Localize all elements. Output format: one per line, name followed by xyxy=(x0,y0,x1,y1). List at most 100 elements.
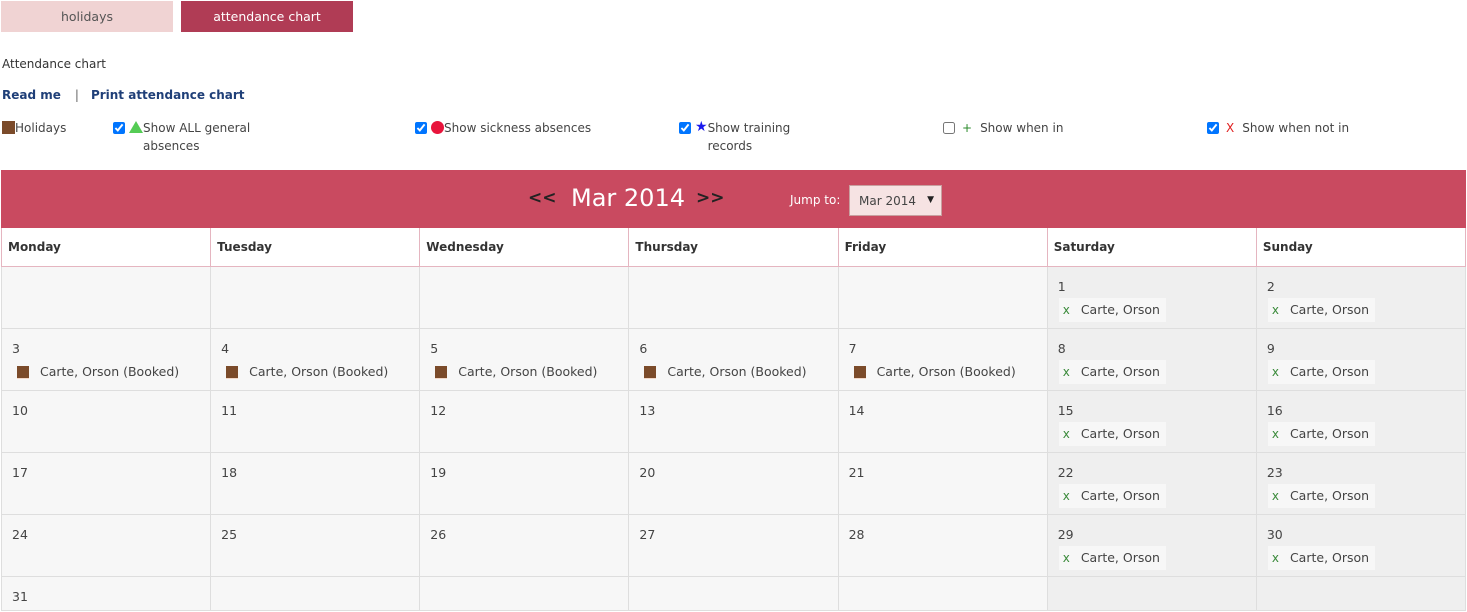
day-number: 15 xyxy=(1057,402,1074,418)
empty-day-cell[interactable] xyxy=(419,575,630,611)
day-cell[interactable]: 6 Carte, Orson (Booked) xyxy=(628,327,839,391)
empty-day-cell[interactable] xyxy=(419,265,630,329)
red-dot-icon xyxy=(431,121,444,134)
holiday-booking-entry[interactable]: Carte, Orson (Booked) xyxy=(644,360,807,384)
day-cell[interactable]: 2 x Carte, Orson xyxy=(1255,265,1467,329)
day-number: 5 xyxy=(430,340,439,356)
day-number: 16 xyxy=(1266,402,1283,418)
day-cell[interactable]: 19 xyxy=(419,451,630,515)
day-cell[interactable]: 14 xyxy=(837,389,1048,453)
not-in-entry[interactable]: x Carte, Orson xyxy=(1267,297,1376,322)
day-cell[interactable]: 22 x Carte, Orson xyxy=(1046,451,1257,515)
empty-day-cell[interactable] xyxy=(210,265,421,329)
day-number: 13 xyxy=(639,402,656,418)
day-cell[interactable]: 31 xyxy=(0,575,212,611)
day-cell[interactable]: 26 xyxy=(419,513,630,577)
legend-when-in: + Show when in xyxy=(943,119,1063,137)
day-cell[interactable]: 12 xyxy=(419,389,630,453)
not-in-entry[interactable]: x Carte, Orson xyxy=(1267,359,1376,384)
day-cell[interactable]: 15 x Carte, Orson xyxy=(1046,389,1257,453)
day-cell[interactable]: 18 xyxy=(210,451,421,515)
not-in-entry[interactable]: x Carte, Orson xyxy=(1058,483,1166,508)
holiday-booking-entry[interactable]: Carte, Orson (Booked) xyxy=(435,360,597,384)
day-cell[interactable]: 20 xyxy=(628,451,839,515)
training-records-checkbox[interactable] xyxy=(679,122,691,134)
week-row: 17 18 19 20 21 22 x Carte, Orson 23 x Carte, Orson xyxy=(0,451,1467,515)
not-in-entry[interactable]: x Carte, Orson xyxy=(1267,545,1376,570)
link-separator: | xyxy=(74,88,79,102)
day-cell[interactable]: 23 x Carte, Orson xyxy=(1255,451,1467,515)
day-cell[interactable]: 13 xyxy=(628,389,839,453)
day-number: 19 xyxy=(430,464,447,480)
day-cell[interactable]: 7 Carte, Orson (Booked) xyxy=(837,327,1048,391)
day-header-monday: Monday xyxy=(0,228,212,267)
day-cell[interactable]: 1 x Carte, Orson xyxy=(1046,265,1257,329)
empty-day-cell[interactable] xyxy=(0,265,212,329)
day-number: 26 xyxy=(430,526,447,542)
not-in-entry[interactable]: x Carte, Orson xyxy=(1058,359,1166,384)
empty-day-cell[interactable] xyxy=(210,575,421,611)
empty-day-cell[interactable] xyxy=(837,575,1048,611)
day-cell[interactable]: 3 Carte, Orson (Booked) xyxy=(0,327,212,391)
day-cell[interactable]: 25 xyxy=(210,513,421,577)
not-in-entry[interactable]: x Carte, Orson xyxy=(1058,297,1166,322)
holiday-booking-entry[interactable]: Carte, Orson (Booked) xyxy=(853,360,1016,384)
read-me-link[interactable]: Read me xyxy=(2,88,61,102)
day-number: 24 xyxy=(12,526,28,542)
entry-name: Carte, Orson xyxy=(1080,426,1160,441)
day-cell[interactable]: 4 Carte, Orson (Booked) xyxy=(210,327,421,391)
day-number: 6 xyxy=(639,340,648,356)
when-in-checkbox[interactable] xyxy=(943,122,955,134)
day-cell[interactable]: 24 xyxy=(0,513,212,577)
day-number: 20 xyxy=(639,464,656,480)
week-row: 10 11 12 13 14 15 x Carte, Orson 16 x Carte, Orson xyxy=(0,389,1467,453)
day-header-saturday: Saturday xyxy=(1046,228,1257,267)
day-cell[interactable]: 28 xyxy=(837,513,1048,577)
day-cell[interactable]: 11 xyxy=(210,389,421,453)
empty-day-cell[interactable] xyxy=(628,575,839,611)
sickness-absences-checkbox[interactable] xyxy=(415,122,427,134)
month-title: Mar 2014 xyxy=(571,184,685,212)
tab-attendance-chart[interactable]: attendance chart xyxy=(181,1,353,32)
entry-name: Carte, Orson (Booked) xyxy=(667,364,807,379)
day-cell[interactable]: 29 x Carte, Orson xyxy=(1046,513,1257,577)
day-cell[interactable]: 9 x Carte, Orson xyxy=(1255,327,1467,391)
day-cell[interactable]: 10 xyxy=(0,389,212,453)
day-header-friday: Friday xyxy=(837,228,1048,267)
print-attendance-chart-link[interactable]: Print attendance chart xyxy=(91,88,245,102)
day-cell[interactable]: 5 Carte, Orson (Booked) xyxy=(419,327,630,391)
not-in-x-icon: x xyxy=(1271,550,1279,565)
entry-name: Carte, Orson (Booked) xyxy=(876,364,1016,379)
holiday-swatch-icon xyxy=(226,365,239,378)
week-row: 31 xyxy=(0,575,1467,611)
empty-day-cell[interactable] xyxy=(837,265,1048,329)
not-in-entry[interactable]: x Carte, Orson xyxy=(1267,421,1376,446)
day-cell[interactable]: 21 xyxy=(837,451,1048,515)
holiday-swatch-icon xyxy=(2,121,15,134)
day-number: 31 xyxy=(12,588,28,604)
not-in-entry[interactable]: x Carte, Orson xyxy=(1058,545,1166,570)
day-number: 14 xyxy=(848,402,865,418)
jump-to-select[interactable]: Mar 2014 ▼ xyxy=(849,185,942,216)
previous-month-button[interactable]: << xyxy=(528,188,557,208)
not-in-entry[interactable]: x Carte, Orson xyxy=(1058,421,1166,446)
general-absences-checkbox[interactable] xyxy=(113,122,125,134)
empty-day-cell[interactable] xyxy=(1255,575,1467,611)
not-in-entry[interactable]: x Carte, Orson xyxy=(1267,483,1376,508)
not-in-checkbox[interactable] xyxy=(1207,122,1219,134)
next-month-button[interactable]: >> xyxy=(696,188,725,208)
tab-holidays[interactable]: holidays xyxy=(1,1,173,32)
entry-name: Carte, Orson xyxy=(1289,364,1370,379)
not-in-x-icon: x xyxy=(1062,364,1070,379)
entry-name: Carte, Orson (Booked) xyxy=(40,364,180,379)
empty-day-cell[interactable] xyxy=(1046,575,1257,611)
holiday-booking-entry[interactable]: Carte, Orson (Booked) xyxy=(226,360,388,384)
day-cell[interactable]: 16 x Carte, Orson xyxy=(1255,389,1467,453)
empty-day-cell[interactable] xyxy=(628,265,839,329)
day-cell[interactable]: 17 xyxy=(0,451,212,515)
holiday-booking-entry[interactable]: Carte, Orson (Booked) xyxy=(17,360,179,384)
day-cell[interactable]: 8 x Carte, Orson xyxy=(1046,327,1257,391)
day-cell[interactable]: 27 xyxy=(628,513,839,577)
attendance-calendar: << Mar 2014 >> Jump to: Mar 2014 ▼ Monda… xyxy=(0,170,1467,611)
day-cell[interactable]: 30 x Carte, Orson xyxy=(1255,513,1467,577)
